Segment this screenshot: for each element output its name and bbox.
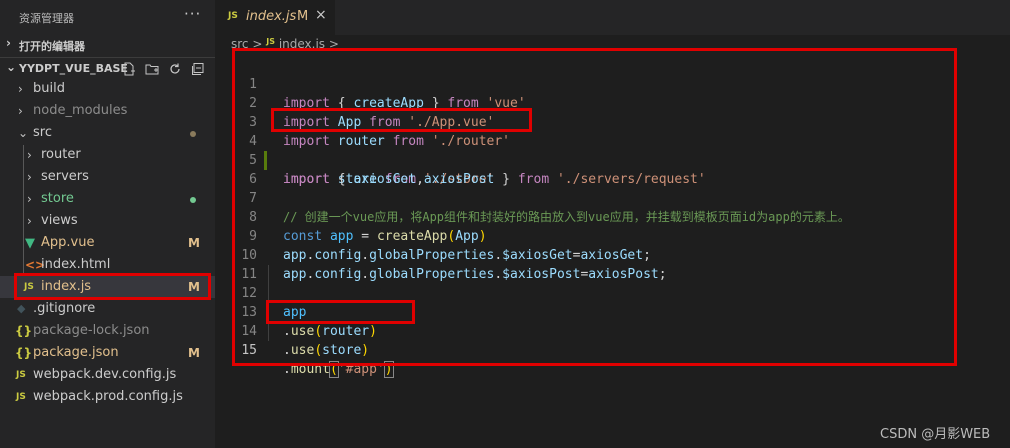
open-editors-label: 打开的编辑器 bbox=[19, 40, 85, 53]
modified-badge: M bbox=[188, 236, 200, 250]
code-line: 12 app bbox=[215, 265, 1010, 320]
tree-file-webpack-dev-config[interactable]: JS webpack.dev.config.js bbox=[0, 364, 215, 386]
tree-folder-src[interactable]: ⌄ src bbox=[0, 122, 215, 144]
tree-folder-node-modules[interactable]: › node_modules bbox=[0, 100, 215, 122]
code-line: 8 const app = createApp(App) bbox=[215, 189, 1010, 244]
tree-item-label: servers bbox=[41, 169, 89, 184]
chevron-right-icon: › bbox=[18, 82, 23, 96]
tree-item-label: webpack.prod.config.js bbox=[33, 389, 183, 404]
code-line: 4 import store from './store' bbox=[215, 113, 1010, 187]
tree-file-gitignore[interactable]: ◆ .gitignore bbox=[0, 298, 215, 320]
tree-file-webpack-prod-config[interactable]: JS webpack.prod.config.js bbox=[0, 386, 215, 408]
modified-badge: M bbox=[188, 280, 200, 294]
tree-item-label: src bbox=[33, 125, 52, 140]
tree-file-index-html[interactable]: <> index.html bbox=[0, 254, 215, 276]
code-text: .mount('#app') bbox=[283, 361, 394, 378]
tree-folder-store[interactable]: › store bbox=[0, 188, 215, 210]
tree-item-label: package.json bbox=[33, 345, 119, 360]
chevron-right-icon: › bbox=[18, 104, 23, 118]
chevron-right-icon: › bbox=[27, 214, 32, 228]
breadcrumb: src > JS index.js > bbox=[231, 37, 339, 51]
git-icon: ◆ bbox=[17, 302, 26, 315]
chevron-down-icon: ⌄ bbox=[6, 60, 17, 74]
modified-badge: M bbox=[188, 346, 200, 360]
json-icon: {} bbox=[15, 346, 33, 360]
tree-item-label: store bbox=[41, 191, 74, 206]
new-folder-icon[interactable] bbox=[143, 60, 160, 77]
code-line: 13 .use(router) bbox=[215, 284, 1010, 339]
tree-item-label: views bbox=[41, 213, 78, 228]
chevron-right-icon: › bbox=[27, 170, 32, 184]
added-dot-icon bbox=[190, 197, 196, 203]
chevron-right-icon: > bbox=[328, 37, 339, 51]
new-file-icon[interactable] bbox=[120, 60, 137, 77]
project-name: YYDPT_VUE_BASE bbox=[19, 62, 128, 75]
tree-item-label: router bbox=[41, 147, 81, 162]
vue-icon: ▼ bbox=[25, 236, 35, 251]
code-line: 14 .use(store) bbox=[215, 303, 1010, 358]
tree-file-package-lock-json[interactable]: {} package-lock.json bbox=[0, 320, 215, 342]
js-icon: JS bbox=[24, 282, 34, 292]
collapse-all-icon[interactable] bbox=[189, 60, 206, 77]
explorer-sidebar: 资源管理器 ··· › 打开的编辑器 ⌄ YYDPT_VUE_BASE › bu… bbox=[0, 0, 215, 448]
code-line: 10 app.config.globalProperties.$axiosPos… bbox=[215, 227, 1010, 282]
project-section[interactable]: ⌄ YYDPT_VUE_BASE bbox=[0, 57, 215, 80]
tree-item-label: webpack.dev.config.js bbox=[33, 367, 177, 382]
code-line: 1 import { createApp } from 'vue' bbox=[215, 56, 1010, 111]
code-line: 7 // 创建一个vue应用，将App组件和封装好的路由放入到vue应用，并挂载… bbox=[215, 170, 1010, 224]
code-line: 11 bbox=[215, 246, 1010, 282]
tree-item-label: package-lock.json bbox=[33, 323, 150, 338]
refresh-icon[interactable] bbox=[166, 60, 183, 77]
json-icon: {} bbox=[15, 324, 33, 338]
code-line: 3 import router from './router' bbox=[215, 94, 1010, 149]
tree-folder-build[interactable]: › build bbox=[0, 78, 215, 100]
breadcrumb-file[interactable]: index.js bbox=[279, 37, 325, 51]
editor-tab-bar: JS index.js M × bbox=[215, 0, 1010, 35]
tree-file-index-js[interactable]: JS index.js M bbox=[0, 276, 215, 298]
code-line: 2 import App from './App.vue' bbox=[215, 75, 1010, 130]
tree-file-app-vue[interactable]: ▼ App.vue M bbox=[0, 232, 215, 254]
js-icon: JS bbox=[16, 392, 26, 402]
tree-item-label: index.js bbox=[41, 279, 92, 294]
code-line: 5 import { axiosGet,axiosPost } from './… bbox=[215, 132, 1010, 187]
chevron-right-icon: › bbox=[27, 148, 32, 162]
code-line: 15 .mount('#app') bbox=[215, 322, 1010, 378]
open-editors-section[interactable]: › 打开的编辑器 bbox=[0, 34, 215, 56]
tab-modified-badge: M bbox=[297, 9, 309, 24]
chevron-right-icon: › bbox=[27, 192, 32, 206]
chevron-down-icon: ⌄ bbox=[18, 126, 29, 140]
close-icon[interactable]: × bbox=[315, 7, 327, 23]
code-editor[interactable]: 1 import { createApp } from 'vue' 2 impo… bbox=[215, 56, 1010, 448]
code-text: .use(store) bbox=[283, 343, 370, 358]
breadcrumb-folder[interactable]: src bbox=[231, 37, 249, 51]
watermark: CSDN @月影WEB bbox=[880, 427, 991, 442]
tree-file-package-json[interactable]: {} package.json M bbox=[0, 342, 215, 364]
chevron-right-icon: › bbox=[6, 36, 11, 50]
modified-dot-icon bbox=[190, 131, 196, 137]
js-icon: JS bbox=[266, 37, 275, 46]
tree-folder-router[interactable]: › router bbox=[0, 144, 215, 166]
tab-label: index.js bbox=[246, 9, 297, 24]
tree-item-label: node_modules bbox=[33, 103, 128, 118]
code-line: 6 bbox=[215, 151, 1010, 187]
tree-item-label: build bbox=[33, 81, 65, 96]
tree-folder-servers[interactable]: › servers bbox=[0, 166, 215, 188]
explorer-actions bbox=[120, 60, 206, 77]
explorer-header: 资源管理器 ··· bbox=[0, 0, 215, 34]
tree-item-label: index.html bbox=[41, 257, 111, 272]
js-icon: JS bbox=[228, 11, 238, 21]
chevron-right-icon: > bbox=[252, 37, 263, 51]
tree-folder-views[interactable]: › views bbox=[0, 210, 215, 232]
js-icon: JS bbox=[16, 370, 26, 380]
tree-item-label: .gitignore bbox=[33, 301, 96, 316]
code-line: 9 app.config.globalProperties.$axiosGet=… bbox=[215, 208, 1010, 263]
more-actions-icon[interactable]: ··· bbox=[184, 5, 201, 23]
tree-item-label: App.vue bbox=[41, 235, 95, 250]
line-number: 15 bbox=[241, 343, 257, 358]
explorer-title: 资源管理器 bbox=[19, 12, 74, 25]
tab-index-js[interactable]: JS index.js M × bbox=[215, 0, 335, 35]
